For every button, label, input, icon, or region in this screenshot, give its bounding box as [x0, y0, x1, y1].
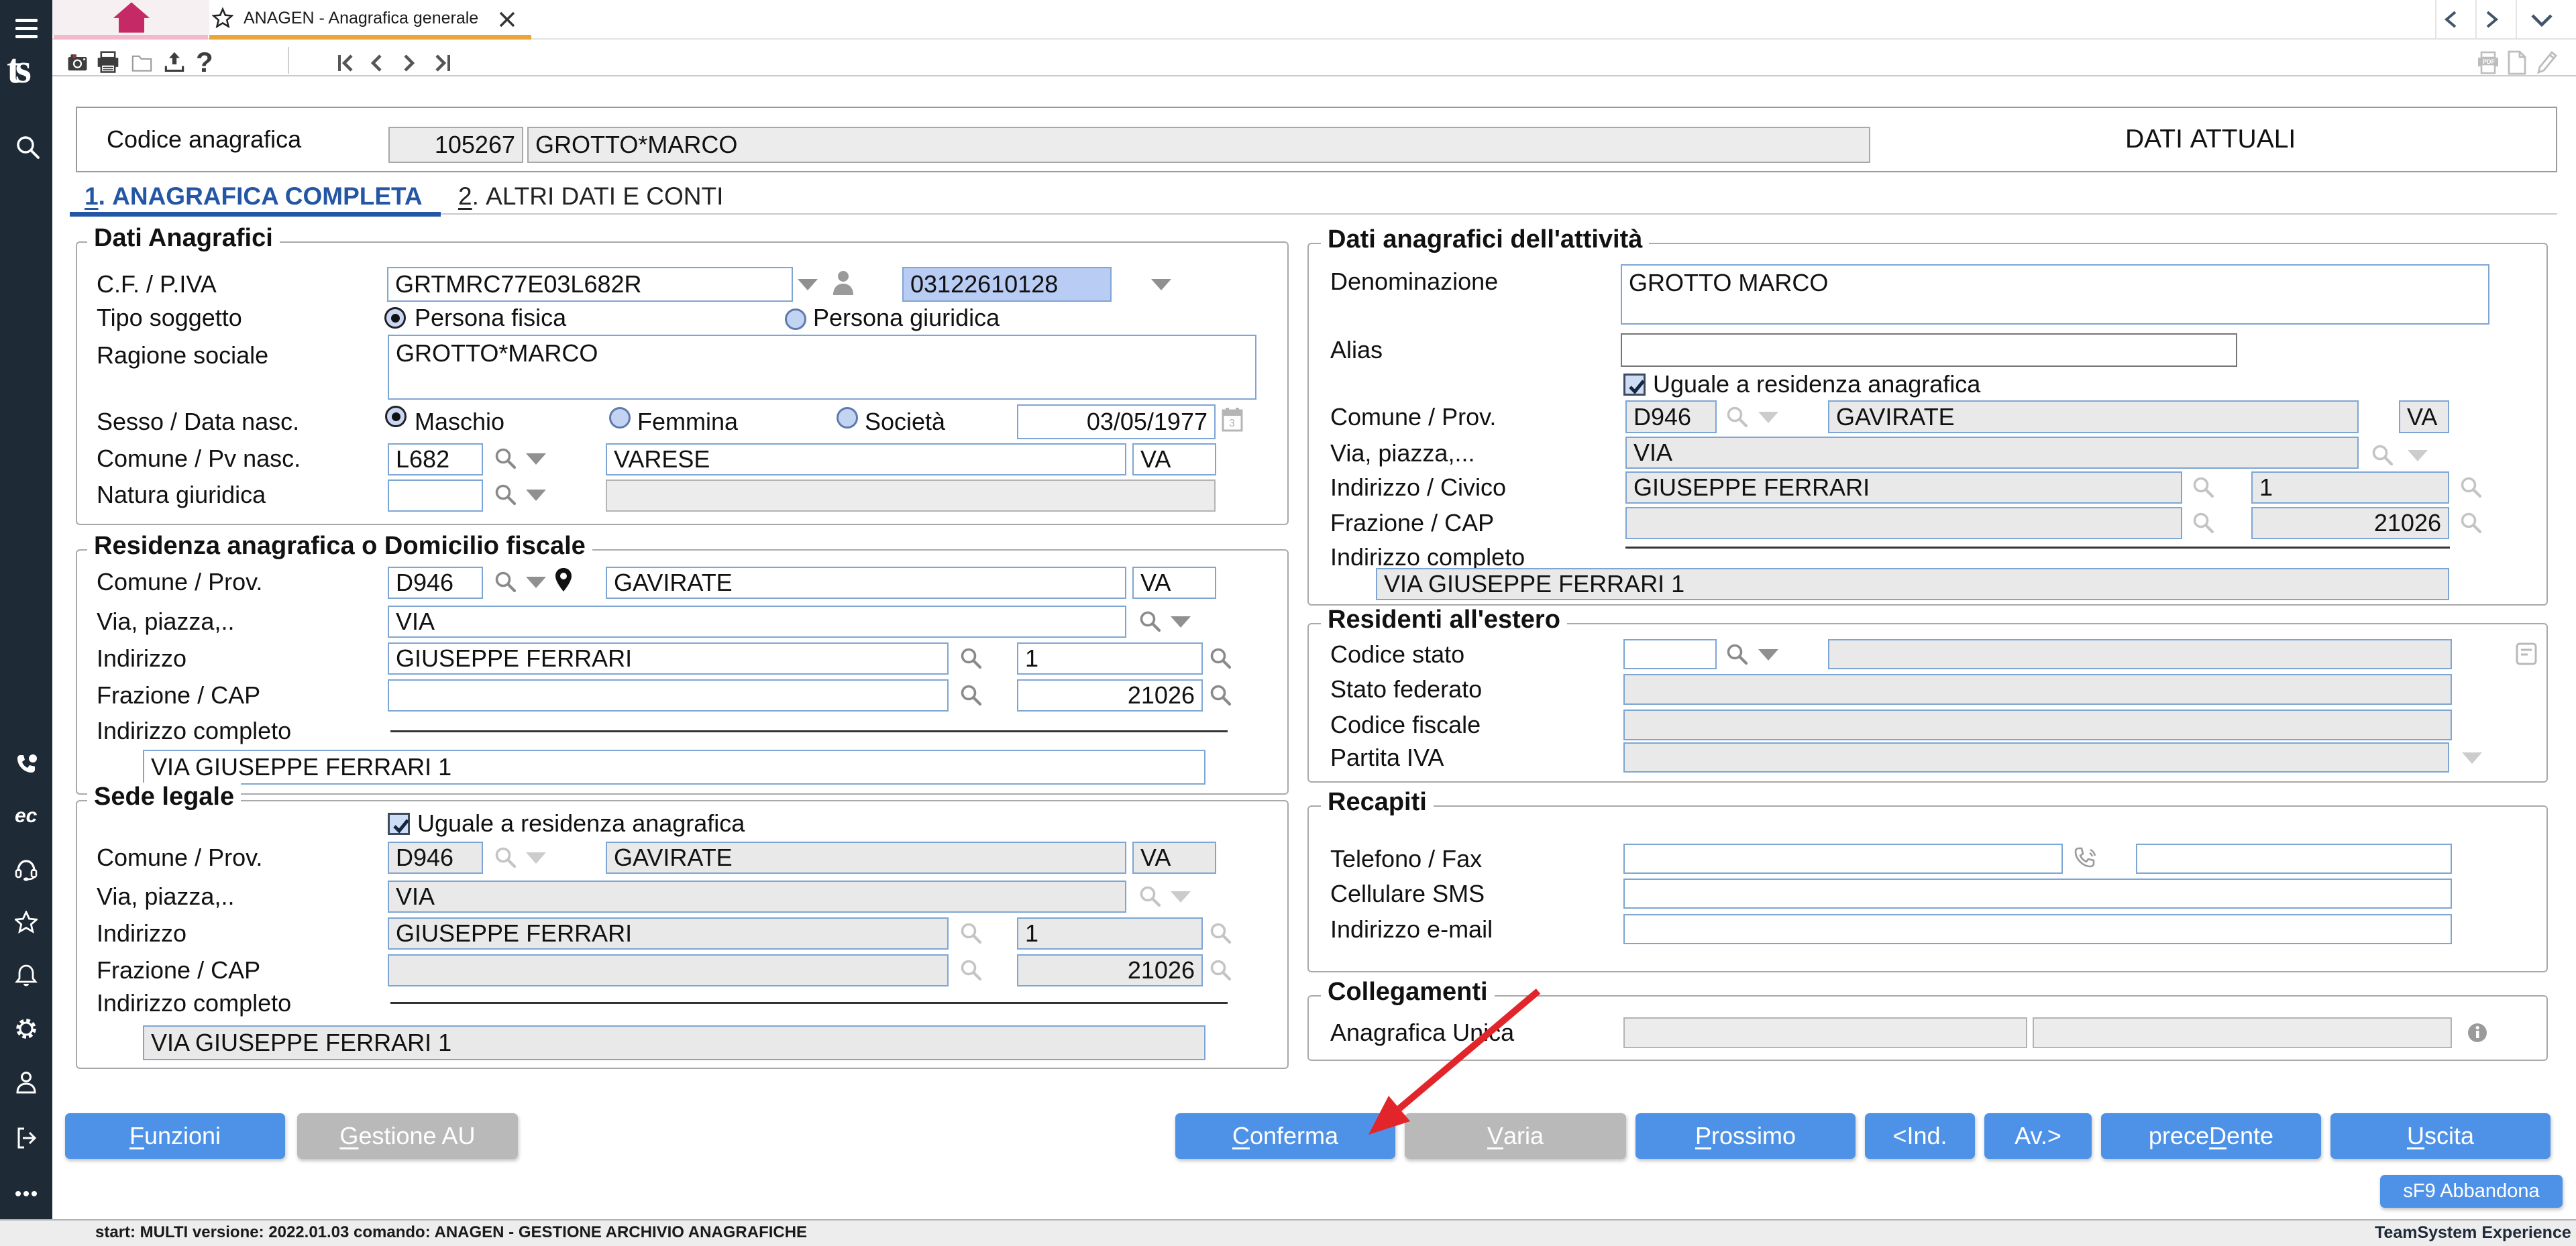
svg-text:PDF: PDF [2483, 58, 2496, 65]
svg-text:3: 3 [1229, 418, 1235, 429]
svg-text:ec: ec [15, 805, 38, 827]
svg-text:ts: ts [7, 50, 31, 90]
